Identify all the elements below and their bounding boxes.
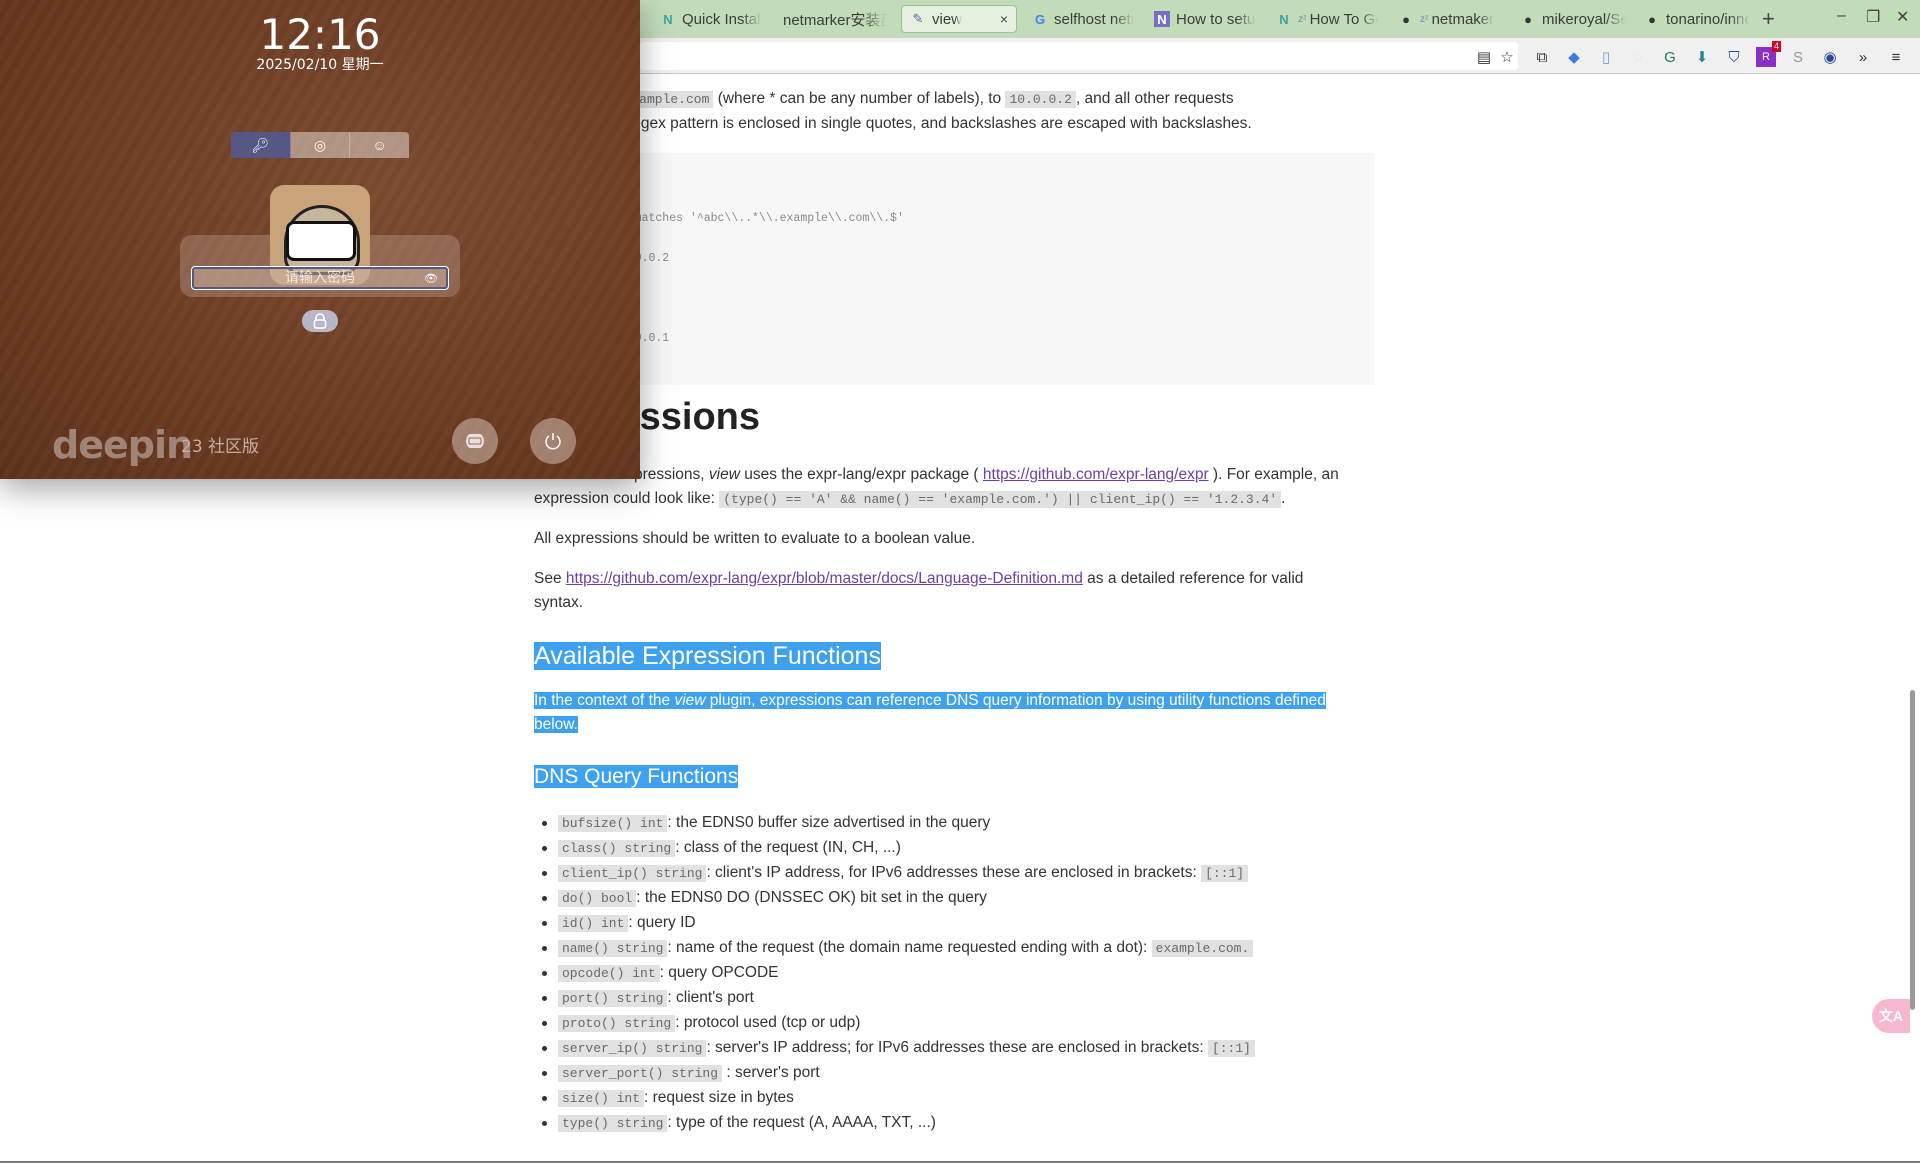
reader-mode-icon[interactable]: ▤ — [1474, 47, 1494, 67]
keyboard-layout-button[interactable] — [452, 418, 498, 464]
extension-s-icon[interactable]: S — [1788, 47, 1808, 67]
auth-face-tab[interactable]: ☺ — [350, 132, 409, 158]
show-password-eye-icon[interactable]: 👁︎ — [424, 272, 438, 285]
restore-button[interactable]: ❐ — [1866, 7, 1880, 27]
tab-netmaker[interactable]: ● zᶻ netmaker — [1390, 5, 1508, 33]
extensions-puzzle-icon[interactable]: ⧉ — [1532, 47, 1552, 67]
minimize-button[interactable]: – — [1837, 7, 1846, 25]
dns-function-list: bufsize() int: the EDNS0 buffer size adv… — [534, 810, 1255, 1135]
overflow-chevron-icon[interactable]: » — [1853, 47, 1873, 67]
list-item: size() int: request size in bytes — [534, 1085, 1255, 1110]
github-icon: ● — [1648, 11, 1656, 27]
language-definition-link[interactable]: https://github.com/expr-lang/expr/blob/m… — [566, 570, 1083, 587]
list-item: port() string: client's port — [534, 985, 1255, 1010]
tab-view[interactable]: ✎ view × — [901, 5, 1017, 33]
auth-password-tab[interactable]: 🔑︎ — [231, 132, 291, 158]
tab-mikeroyal[interactable]: ● mikeroyal/Self-Hosting — [1512, 5, 1634, 33]
list-item: type() string: type of the request (A, A… — [534, 1110, 1255, 1135]
extension-r-icon[interactable]: R4 — [1756, 41, 1781, 67]
deepin-logo: deepin — [52, 423, 193, 467]
available-functions-paragraph: In the context of the view plugin, expre… — [534, 692, 1326, 733]
password-input[interactable] — [194, 269, 446, 287]
edition-label: 23 社区版 — [181, 437, 260, 457]
fingerprint-icon: ◎ — [313, 136, 327, 153]
close-window-button[interactable]: ✕ — [1896, 7, 1909, 27]
coredns-icon: ✎ — [912, 11, 924, 26]
tab-quick-install[interactable]: N Quick Install — [652, 5, 770, 33]
list-item: client_ip() string: client's IP address,… — [534, 860, 1255, 885]
expressions-paragraph: To evaluate expressions, view uses the e… — [534, 466, 1339, 508]
unlock-button[interactable] — [302, 310, 338, 332]
tab-netmarker-install[interactable]: netmarker安装部署 — [775, 5, 897, 33]
hamburger-menu-icon[interactable]: ≡ — [1886, 47, 1906, 67]
github-icon: ● — [1524, 11, 1532, 27]
download-extension-icon[interactable]: ⬇ — [1692, 47, 1712, 67]
lock-clock: 12:16 — [259, 10, 381, 59]
padlock-icon — [313, 313, 327, 329]
url-bar[interactable] — [640, 42, 1518, 70]
face-icon: ☺ — [372, 137, 387, 153]
vertical-scrollbar[interactable] — [1910, 690, 1915, 1010]
sleeping-icon: zᶻ — [1298, 13, 1307, 25]
google-icon: G — [1034, 11, 1046, 27]
boolean-paragraph: All expressions should be written to eva… — [534, 530, 976, 547]
redacted-sign — [286, 221, 356, 261]
power-button[interactable] — [530, 418, 576, 464]
extension-brain-icon[interactable]: ◌ — [1628, 47, 1648, 67]
netmaker-icon: N — [1279, 11, 1289, 27]
new-tab-button[interactable]: + — [1762, 6, 1775, 32]
list-item: bufsize() int: the EDNS0 buffer size adv… — [534, 810, 1255, 835]
heading-dns-query-functions: DNS Query Functions — [534, 765, 739, 788]
list-item: id() int: query ID — [534, 910, 1255, 935]
list-item: class() string: class of the request (IN… — [534, 835, 1255, 860]
heading-available-functions: Available Expression Functions — [534, 642, 881, 670]
auth-method-tabs: 🔑︎ ◎ ☺ — [231, 132, 409, 158]
extension-eye-icon[interactable]: ◉ — [1820, 47, 1840, 67]
tab-selfhost[interactable]: G selfhost netmaker — [1024, 5, 1142, 33]
bitwarden-icon[interactable]: ⛉ — [1724, 47, 1744, 67]
tab-how-to-go[interactable]: N zᶻ How To Go — [1268, 5, 1386, 33]
list-item: name() string: name of the request (the … — [534, 935, 1255, 960]
tab-tonarino[interactable]: ● tonarino/innernet — [1636, 5, 1758, 33]
extension-doc-icon[interactable]: ▯ — [1596, 47, 1616, 67]
expr-repo-link[interactable]: https://github.com/expr-lang/expr — [983, 466, 1209, 483]
reference-paragraph: See https://github.com/expr-lang/expr/bl… — [534, 570, 1304, 611]
list-item: server_port() string : server's port — [534, 1060, 1255, 1085]
extension-blue-icon[interactable]: ◆ — [1564, 47, 1584, 67]
screen: N Quick Install netmarker安装部署 ✎ view × G… — [0, 0, 1920, 1163]
translate-icon[interactable]: 文A — [1872, 999, 1910, 1033]
password-field[interactable]: 👁︎ — [191, 266, 449, 290]
auth-fingerprint-tab[interactable]: ◎ — [290, 132, 351, 158]
tab-how-to-setup[interactable]: N How to setup — [1146, 5, 1264, 33]
lock-screen: 12:16 2025/02/10 星期一 🔑︎ ◎ ☺ 👁︎ deepin 23… — [0, 0, 640, 479]
notion-icon: N — [1154, 11, 1170, 27]
sleeping-icon: zᶻ — [1420, 13, 1429, 25]
netmaker-icon: N — [663, 11, 673, 27]
list-item: proto() string: protocol used (tcp or ud… — [534, 1010, 1255, 1035]
keyboard-icon — [466, 434, 484, 448]
lock-date: 2025/02/10 星期一 — [256, 57, 384, 73]
list-item: opcode() int: query OPCODE — [534, 960, 1255, 985]
list-item: server_ip() string: server's IP address;… — [534, 1035, 1255, 1060]
power-icon — [545, 433, 561, 450]
bookmark-star-icon[interactable]: ☆ — [1497, 47, 1517, 67]
close-tab-icon[interactable]: × — [1000, 11, 1008, 27]
github-icon: ● — [1402, 11, 1410, 27]
grammarly-icon[interactable]: G — [1660, 47, 1680, 67]
intro-paragraph: ts for abc.*.example.com (where * can be… — [534, 90, 1252, 132]
code-block: e { () matches '^abc\\..*\\.example\\.co… — [534, 153, 1374, 385]
key-icon: 🔑︎ — [251, 136, 270, 153]
list-item: do() bool: the EDNS0 DO (DNSSEC OK) bit … — [534, 885, 1255, 910]
